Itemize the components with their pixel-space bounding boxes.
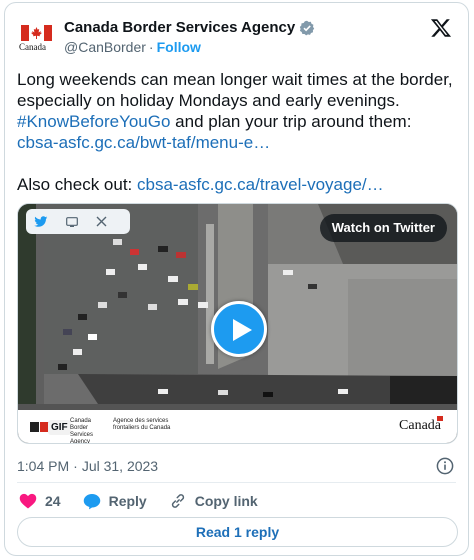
heart-icon — [19, 493, 37, 509]
avatar-wordmark: Canada — [19, 42, 46, 52]
agency-name-english: Canada Border Services Agency — [70, 418, 94, 444]
reply-button[interactable]: Reply — [83, 493, 147, 510]
copy-link-label: Copy link — [194, 493, 258, 509]
separator-dot: · — [148, 39, 154, 55]
canada-wordmark: Canada — [399, 418, 441, 433]
tweet-timestamp[interactable]: 1:04 PM · Jul 31, 2023 — [17, 458, 158, 474]
twitter-bird-icon[interactable] — [34, 215, 48, 228]
hashtag-link[interactable]: #KnowBeforeYouGo — [17, 112, 170, 131]
video-footer-bar: GIF Canada Border Services Agency Agence… — [18, 410, 457, 443]
tweet-text: Long weekends can mean longer wait times… — [17, 69, 462, 195]
url-link-2[interactable]: cbsa-asfc.gc.ca/travel-voyage/… — [137, 175, 384, 194]
reply-label: Reply — [108, 493, 147, 509]
tweet-line-3: #KnowBeforeYouGo and plan your trip arou… — [17, 111, 462, 132]
info-icon[interactable] — [436, 457, 454, 475]
x-logo-icon[interactable] — [430, 17, 452, 39]
tweet-line-4: cbsa-asfc.gc.ca/bwt-taf/menu-e… — [17, 132, 462, 153]
tweet-header: Canada Canada Border Services Agency @Ca… — [17, 15, 456, 59]
account-handle[interactable]: @CanBorder — [64, 39, 146, 55]
watch-on-twitter-button[interactable]: Watch on Twitter — [319, 214, 447, 242]
handle-row: @CanBorder · Follow — [64, 39, 201, 55]
tweet-date: Jul 31, 2023 — [81, 458, 159, 474]
canada-flag-icon — [21, 25, 52, 41]
play-button[interactable] — [211, 301, 267, 357]
play-icon — [233, 319, 252, 341]
tweet-card: Canada Canada Border Services Agency @Ca… — [4, 2, 469, 556]
like-count: 24 — [45, 493, 61, 509]
also-check-label: Also check out: — [17, 175, 138, 194]
account-name[interactable]: Canada Border Services Agency — [64, 19, 295, 36]
video-media[interactable]: Watch on Twitter GIF Canada Border Servi… — [17, 203, 458, 444]
close-icon[interactable] — [96, 216, 107, 227]
divider — [17, 482, 456, 483]
follow-button[interactable]: Follow — [157, 39, 201, 55]
media-controls-badge — [26, 209, 130, 234]
tweet-line-2: especially on holiday Mondays and early … — [17, 91, 400, 110]
link-icon — [171, 494, 184, 508]
copy-link-button[interactable]: Copy link — [169, 492, 258, 510]
tweet-time: 1:04 PM — [17, 458, 70, 474]
like-button[interactable]: 24 — [19, 493, 61, 509]
name-row: Canada Border Services Agency — [64, 19, 315, 36]
tweet-line-1: Long weekends can mean longer wait times… — [17, 70, 453, 89]
tv-icon[interactable] — [66, 216, 78, 227]
agency-name-french: Agence des services frontaliers du Canad… — [113, 418, 171, 431]
url-link-1[interactable]: cbsa-asfc.gc.ca/bwt-taf/menu-e… — [17, 133, 270, 152]
cbsa-logo-icon — [30, 422, 49, 432]
tweet-line-3-rest: and plan your trip around them: — [170, 112, 412, 131]
read-replies-button[interactable]: Read 1 reply — [17, 517, 458, 547]
separator-dot: · — [73, 458, 78, 474]
verified-badge-icon — [300, 20, 315, 35]
tweet-line-5: Also check out: cbsa-asfc.gc.ca/travel-v… — [17, 174, 462, 195]
reply-bubble-icon — [83, 493, 100, 509]
gif-badge: GIF — [48, 420, 71, 435]
avatar[interactable]: Canada — [17, 17, 57, 57]
tweet-actions: 24 Reply Copy link — [19, 490, 280, 512]
